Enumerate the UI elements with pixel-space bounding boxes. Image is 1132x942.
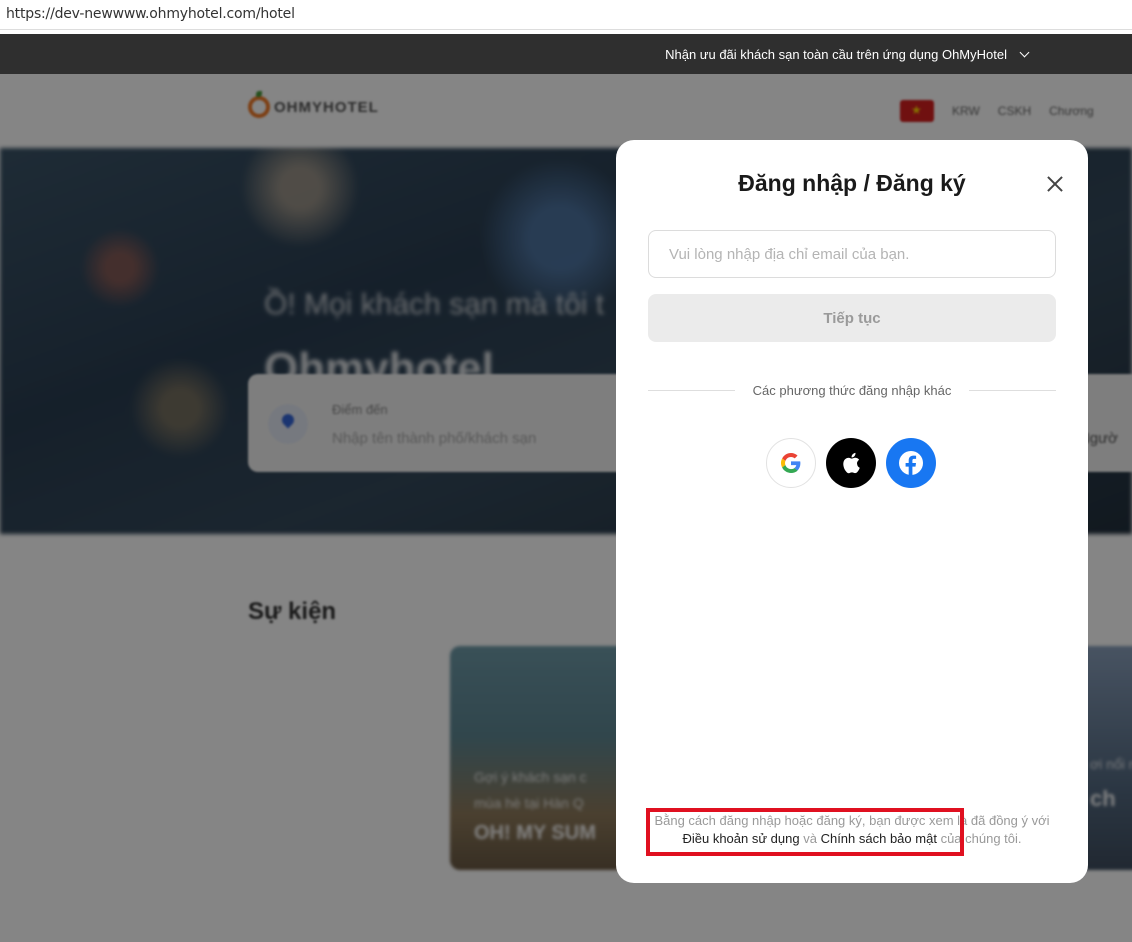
divider-line [969, 389, 1057, 391]
continue-button[interactable]: Tiếp tục [648, 294, 1056, 342]
divider-line [648, 389, 735, 391]
url-text: https://dev-newwww.ohmyhotel.com/hotel [6, 6, 295, 22]
apple-login-button[interactable] [826, 438, 876, 488]
modal-title: Đăng nhập / Đăng ký [738, 170, 966, 196]
address-bar[interactable]: https://dev-newwww.ohmyhotel.com/hotel [0, 0, 1132, 30]
promo-bar[interactable]: Nhận ưu đãi khách sạn toàn cầu trên ứng … [0, 34, 1132, 74]
facebook-login-button[interactable] [886, 438, 936, 488]
chevron-down-icon [1019, 47, 1030, 57]
other-methods-divider: Các phương thức đăng nhập khác [648, 380, 1057, 400]
login-modal: Đăng nhập / Đăng ký Tiếp tục Các phương … [616, 140, 1088, 883]
google-login-button[interactable] [766, 438, 816, 488]
apple-icon [843, 452, 860, 474]
email-input[interactable] [648, 230, 1056, 278]
other-methods-label: Các phương thức đăng nhập khác [752, 382, 952, 398]
close-icon[interactable] [1044, 173, 1066, 195]
facebook-icon [899, 451, 923, 476]
social-login-buttons [766, 438, 936, 488]
promo-text: Nhận ưu đãi khách sạn toàn cầu trên ứng … [665, 46, 1007, 62]
highlight-annotation-box [646, 808, 964, 856]
google-icon [781, 453, 801, 473]
